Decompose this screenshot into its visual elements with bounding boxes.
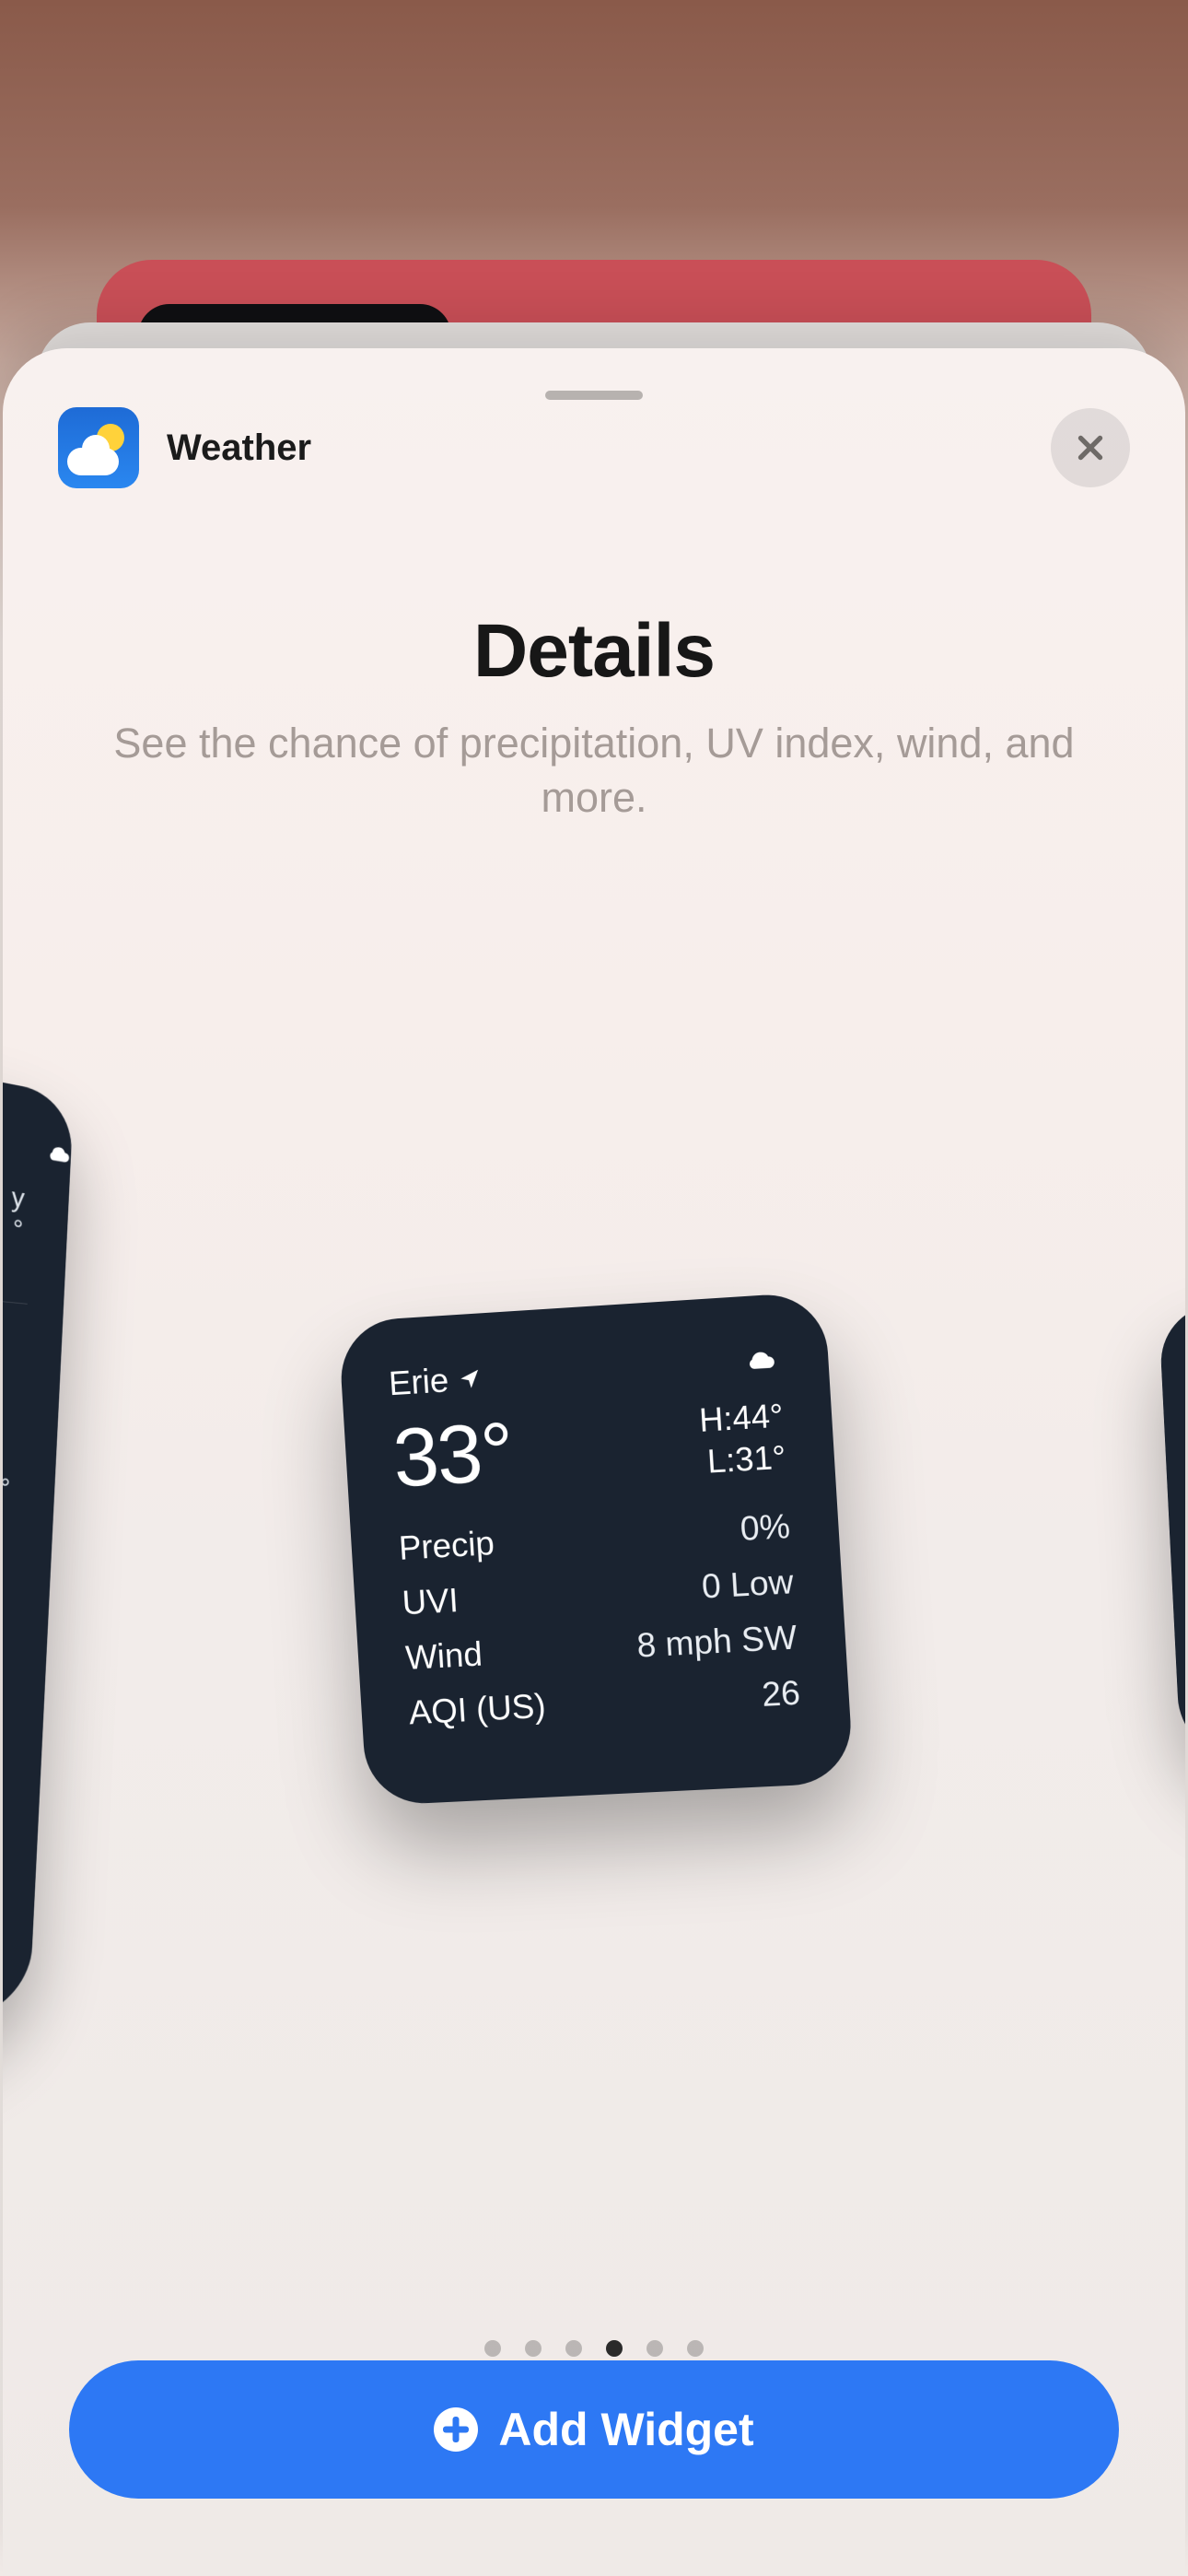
widget-picker-sheet: Weather Details See the chance of precip… <box>3 348 1185 2576</box>
page-indicator[interactable] <box>3 2340 1185 2357</box>
page-dot[interactable] <box>484 2340 501 2357</box>
sheet-grabber[interactable] <box>545 391 643 400</box>
widget-row-value: 0% <box>740 1507 791 1549</box>
close-button[interactable] <box>1051 408 1130 487</box>
page-dot[interactable] <box>687 2340 704 2357</box>
widget-location-text: Erie <box>388 1362 449 1404</box>
page-title: Details <box>3 608 1185 695</box>
page-dot[interactable] <box>525 2340 542 2357</box>
widget-high-low: H:44° L:31° <box>698 1394 787 1482</box>
widget-preview-current[interactable]: Erie 33° H:44° L:31° Precip <box>338 1291 855 1806</box>
close-icon <box>1074 431 1107 464</box>
sheet-header: Weather <box>58 407 1130 488</box>
widget-row-label: Wind <box>404 1635 483 1678</box>
add-widget-label: Add Widget <box>498 2403 753 2456</box>
widget-temperature: 33° <box>390 1411 514 1500</box>
app-name-label: Weather <box>167 427 311 469</box>
widget-row-value: 26 <box>761 1674 801 1715</box>
page-dot[interactable] <box>646 2340 663 2357</box>
cloud-icon <box>741 1344 780 1373</box>
widget-preview-prev[interactable]: y ° ° ° <box>3 1000 74 2118</box>
plus-circle-icon <box>434 2407 478 2452</box>
widget-row-value: 0 Low <box>701 1563 795 1607</box>
add-widget-button[interactable]: Add Widget <box>69 2360 1119 2499</box>
widget-low: L:31° <box>701 1436 787 1482</box>
widget-preview-next[interactable] <box>1159 1262 1185 1809</box>
page-dot[interactable] <box>606 2340 623 2357</box>
widget-details-grid: Precip 0% UVI 0 Low Wind 8 mph SW AQI (U… <box>397 1491 801 1733</box>
widget-row-label: UVI <box>402 1581 460 1622</box>
location-arrow-icon <box>457 1366 482 1391</box>
cloud-icon <box>45 1138 73 1170</box>
weather-app-icon <box>58 407 139 488</box>
widget-row-label: Precip <box>398 1524 495 1568</box>
widget-carousel[interactable]: y ° ° ° Erie 33° <box>3 1048 1185 1739</box>
widget-row-label: AQI (US) <box>408 1687 547 1732</box>
page-dot[interactable] <box>565 2340 582 2357</box>
widget-high: H:44° <box>698 1394 785 1441</box>
widget-location: Erie <box>388 1359 483 1403</box>
page-subtitle: See the chance of precipitation, UV inde… <box>67 717 1121 825</box>
